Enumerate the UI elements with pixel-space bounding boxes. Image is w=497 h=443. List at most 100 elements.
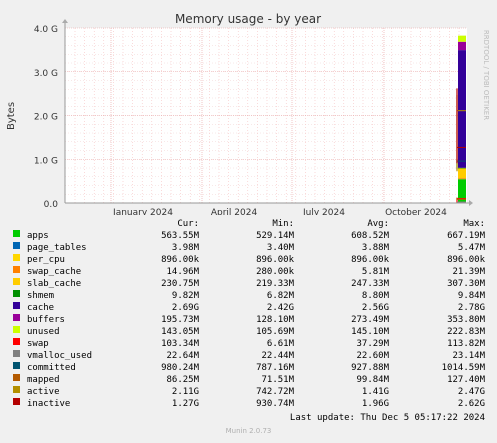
y-tick-label: 3.0 G [34,69,58,79]
legend-cur: 3.98M [171,243,199,253]
col-max: Max: [463,219,485,229]
x-tick-label: January 2024 [112,208,173,215]
legend-min: 22.44M [261,351,294,361]
legend-min: 128.10M [256,315,294,325]
y-tick-label: 2.0 G [34,113,58,123]
legend-row-apps: apps 563.55M 529.14M 608.52M 667.19M [0,230,497,242]
x-tick-label: October 2024 [385,208,447,215]
legend-swatch [13,230,20,237]
rrdtool-label: RRDTOOL / TOBI OETIKER [482,30,490,120]
y-tick-label: 4.0 G [34,25,58,35]
col-cur: Cur: [177,219,199,229]
legend-swatch [13,362,20,369]
legend-avg: 1.41G [361,387,389,397]
y-axis-label: Bytes [6,102,17,130]
legend-min: 219.33M [256,279,294,289]
legend-cur: 2.11G [171,387,199,397]
legend-min: 529.14M [256,231,294,241]
legend-min: 3.40M [266,243,294,253]
legend-cur: 22.64M [166,351,199,361]
legend-name: per_cpu [27,255,65,265]
area-unused [458,35,466,42]
legend-avg: 247.33M [351,279,389,289]
y-tick-label: 0.0 [44,200,59,210]
legend-name: committed [27,363,76,373]
legend-name: cache [27,303,55,313]
legend-max: 353.80M [447,315,485,325]
legend-avg: 22.60M [356,351,389,361]
legend-row-page_tables: page_tables 3.98M 3.40M 3.88M 5.47M [0,242,497,254]
legend-name: apps [27,231,49,241]
legend-cur: 143.05M [161,327,199,337]
legend-min: 930.74M [256,399,294,409]
legend-swatch [13,338,20,345]
legend-swatch [13,266,20,273]
legend-cur: 980.24M [161,363,199,373]
legend-max: 2.47G [457,387,485,397]
legend-cur: 896.00k [161,255,199,265]
legend-row-committed: committed 980.24M 787.16M 927.88M 1014.59M [0,362,497,374]
legend-swatch [13,254,20,261]
col-min: Min: [272,219,294,229]
legend-max: 307.30M [447,279,485,289]
legend-min: 6.61M [266,339,294,349]
legend-swatch [13,326,20,333]
legend-avg: 37.29M [356,339,389,349]
y-axis-arrow [62,19,68,23]
legend: Cur: Min: Avg: Max: apps 563.55M 529.14M 60… [0,218,497,410]
legend-max: 5.47M [457,243,485,253]
legend-avg: 145.10M [351,327,389,337]
legend-swatch [13,350,20,357]
legend-min: 6.82M [266,291,294,301]
area-swap_cache [458,178,466,179]
legend-avg: 927.88M [351,363,389,373]
x-axis-arrow [469,200,473,206]
legend-name: shmem [27,291,55,301]
legend-min: 280.00k [256,267,294,277]
legend-row-active: active 2.11G 742.72M 1.41G 2.47G [0,386,497,398]
legend-name: vmalloc_used [27,351,93,361]
legend-avg: 5.81M [361,267,389,277]
legend-row-swap: swap 103.34M 6.61M 37.29M 113.82M [0,338,497,350]
legend-row-inactive: inactive 1.27G 930.74M 1.96G 2.62G [0,398,497,410]
legend-name: swap_cache [27,267,82,277]
munin-credit: Munin 2.0.73 [225,427,272,435]
legend-cur: 563.55M [161,231,199,241]
legend-row-unused: unused 143.05M 105.69M 145.10M 222.83M [0,326,497,338]
legend-swatch [13,278,20,285]
legend-min: 71.51M [261,375,294,385]
legend-max: 896.00k [447,255,485,265]
legend-row-shmem: shmem 9.82M 6.82M 8.80M 9.84M [0,290,497,302]
area-per_cpu [458,178,466,180]
legend-swatch [13,314,20,321]
legend-avg: 99.84M [356,375,389,385]
legend-min: 896.00k [256,255,294,265]
legend-cur: 9.82M [171,291,199,301]
legend-max: 21.39M [452,267,485,277]
legend-cur: 1.27G [171,399,199,409]
legend-cur: 195.73M [161,315,199,325]
legend-min: 2.42G [266,303,294,313]
area-buffers [458,41,466,51]
legend-avg: 2.56G [361,303,389,313]
legend-avg: 1.96G [361,399,389,409]
y-tick-label: 1.0 G [34,156,58,166]
legend-avg: 273.49M [351,315,389,325]
legend-swatch [13,302,20,309]
memory-chart: Memory usage - by year Bytes RRDTOOL / T… [6,12,490,215]
legend-max: 127.40M [447,375,485,385]
area-cache [458,50,466,168]
legend-cur: 2.69G [171,303,199,313]
legend-max: 1014.59M [441,363,485,373]
legend-row-swap_cache: swap_cache 14.96M 280.00k 5.81M 21.39M [0,266,497,278]
legend-cur: 14.96M [166,267,199,277]
legend-avg: 8.80M [361,291,389,301]
legend-name: unused [27,327,60,337]
legend-avg: 3.88M [361,243,389,253]
legend-name: inactive [27,399,71,409]
col-avg: Avg: [367,219,389,229]
legend-swatch [13,374,20,381]
legend-max: 222.83M [447,327,485,337]
legend-row-per_cpu: per_cpu 896.00k 896.00k 896.00k 896.00k [0,254,497,266]
legend-name: buffers [27,315,65,325]
